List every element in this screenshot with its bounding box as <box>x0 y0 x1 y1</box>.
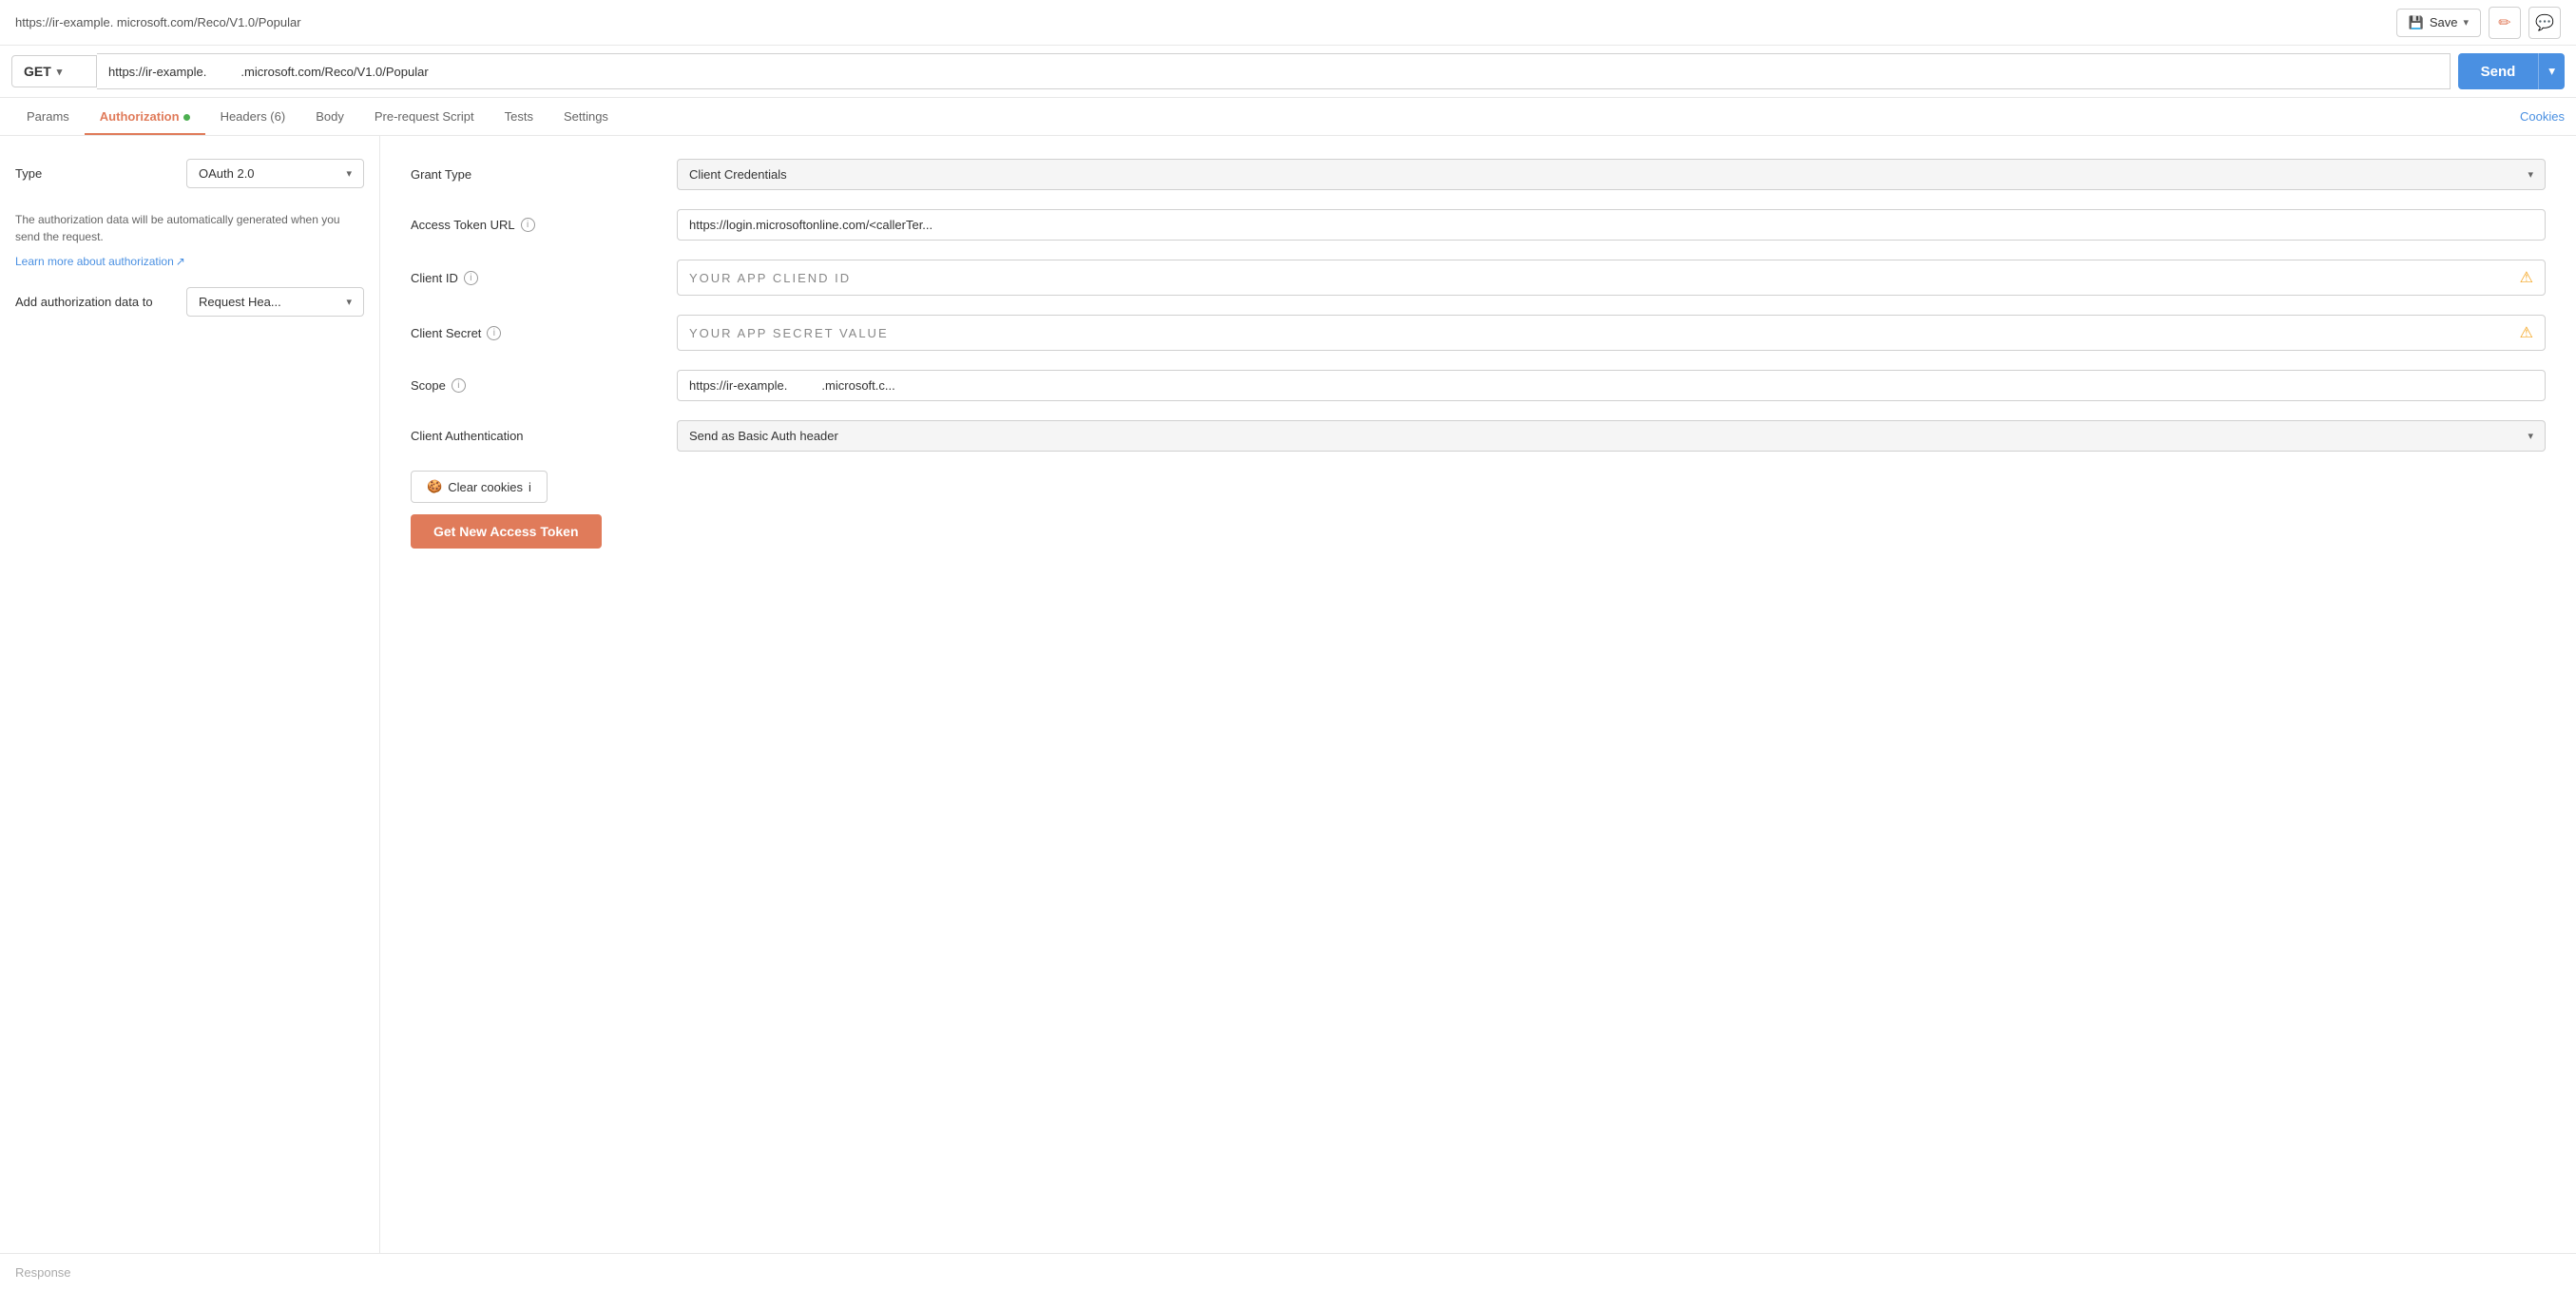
type-row: Type OAuth 2.0 ▾ <box>15 159 364 188</box>
scope-row: Scope i <box>411 370 2546 401</box>
client-id-control: YOUR APP CLIEND ID ⚠ <box>677 260 2546 296</box>
action-buttons: 🍪 Clear cookies i <box>411 471 2546 503</box>
client-secret-warning-icon: ⚠ <box>2520 323 2533 342</box>
auth-info-text: The authorization data will be automatic… <box>15 211 364 245</box>
type-label: Type <box>15 166 186 181</box>
clear-cookies-button[interactable]: 🍪 Clear cookies i <box>411 471 548 503</box>
tab-headers[interactable]: Headers (6) <box>205 98 301 135</box>
top-bar-url-text: https://ir-example. microsoft.com/Reco/V… <box>15 15 301 29</box>
get-token-container: Get New Access Token <box>411 514 2546 549</box>
tab-settings[interactable]: Settings <box>548 98 624 135</box>
access-token-url-control <box>677 209 2546 241</box>
url-bar: GET ▾ Send ▾ <box>0 46 2576 98</box>
client-secret-label: Client Secret i <box>411 326 677 340</box>
save-chevron-icon: ▾ <box>2463 16 2469 29</box>
learn-more-arrow-icon: ↗ <box>176 255 185 268</box>
client-auth-chevron-icon: ▾ <box>2528 430 2533 442</box>
response-section: Response <box>0 1253 2576 1291</box>
grant-type-chevron-icon: ▾ <box>2528 168 2533 181</box>
grant-type-control: Client Credentials ▾ <box>677 159 2546 190</box>
tab-authorization-label: Authorization <box>100 109 180 124</box>
type-chevron-icon: ▾ <box>346 167 352 180</box>
right-panel: Grant Type Client Credentials ▾ Access T… <box>380 136 2576 1253</box>
client-id-field[interactable]: YOUR APP CLIEND ID ⚠ <box>677 260 2546 296</box>
add-auth-select[interactable]: Request Hea... ▾ <box>186 287 364 317</box>
method-label: GET <box>24 64 51 79</box>
grant-type-select[interactable]: Client Credentials ▾ <box>677 159 2546 190</box>
add-auth-row: Add authorization data to Request Hea...… <box>15 287 364 317</box>
scope-control <box>677 370 2546 401</box>
comment-icon: 💬 <box>2535 13 2554 32</box>
edit-icon: ✏ <box>2498 13 2510 32</box>
tabs-bar: Params Authorization Headers (6) Body Pr… <box>0 98 2576 136</box>
send-main-button[interactable]: Send <box>2458 53 2539 89</box>
top-bar-url: https://ir-example. microsoft.com/Reco/V… <box>15 15 2396 29</box>
add-auth-chevron-icon: ▾ <box>346 296 352 308</box>
client-id-row: Client ID i YOUR APP CLIEND ID ⚠ <box>411 260 2546 296</box>
type-value: OAuth 2.0 <box>199 166 255 181</box>
comment-button[interactable]: 💬 <box>2528 7 2561 39</box>
access-token-url-row: Access Token URL i <box>411 209 2546 241</box>
clear-cookies-info-icon[interactable]: i <box>529 480 531 494</box>
client-auth-value: Send as Basic Auth header <box>689 429 838 443</box>
client-auth-select[interactable]: Send as Basic Auth header ▾ <box>677 420 2546 452</box>
client-id-warning-icon: ⚠ <box>2520 268 2533 287</box>
left-panel: Type OAuth 2.0 ▾ The authorization data … <box>0 136 380 1253</box>
access-token-url-info-icon[interactable]: i <box>521 218 535 232</box>
add-auth-label: Add authorization data to <box>15 295 186 309</box>
clear-cookies-label: Clear cookies <box>448 480 523 494</box>
client-auth-row: Client Authentication Send as Basic Auth… <box>411 420 2546 452</box>
tab-tests[interactable]: Tests <box>490 98 548 135</box>
add-auth-value: Request Hea... <box>199 295 281 309</box>
type-select[interactable]: OAuth 2.0 ▾ <box>186 159 364 188</box>
save-disk-icon: 💾 <box>2409 15 2424 30</box>
send-button-group: Send ▾ <box>2458 53 2565 89</box>
scope-input[interactable] <box>677 370 2546 401</box>
learn-more-label: Learn more about authorization <box>15 255 174 268</box>
authorization-active-dot <box>183 114 190 121</box>
grant-type-label: Grant Type <box>411 167 677 182</box>
send-dropdown-button[interactable]: ▾ <box>2538 53 2565 89</box>
response-label: Response <box>15 1265 71 1280</box>
tab-prerequest[interactable]: Pre-request Script <box>359 98 490 135</box>
client-id-value: YOUR APP CLIEND ID <box>689 271 851 285</box>
client-secret-control: YOUR APP SECRET VALUE ⚠ <box>677 315 2546 351</box>
method-select[interactable]: GET ▾ <box>11 55 97 87</box>
tab-authorization[interactable]: Authorization <box>85 98 205 135</box>
grant-type-value: Client Credentials <box>689 167 787 182</box>
client-auth-control: Send as Basic Auth header ▾ <box>677 420 2546 452</box>
client-secret-value: YOUR APP SECRET VALUE <box>689 326 889 340</box>
client-secret-row: Client Secret i YOUR APP SECRET VALUE ⚠ <box>411 315 2546 351</box>
scope-info-icon[interactable]: i <box>452 378 466 393</box>
client-secret-info-icon[interactable]: i <box>487 326 501 340</box>
get-new-access-token-button[interactable]: Get New Access Token <box>411 514 602 549</box>
save-button[interactable]: 💾 Save ▾ <box>2396 9 2481 37</box>
send-chevron-icon: ▾ <box>2548 64 2555 78</box>
top-bar: https://ir-example. microsoft.com/Reco/V… <box>0 0 2576 46</box>
main-content: Type OAuth 2.0 ▾ The authorization data … <box>0 136 2576 1253</box>
client-auth-label: Client Authentication <box>411 429 677 443</box>
clear-cookies-icon: 🍪 <box>427 479 442 494</box>
client-secret-field[interactable]: YOUR APP SECRET VALUE ⚠ <box>677 315 2546 351</box>
client-id-info-icon[interactable]: i <box>464 271 478 285</box>
tab-params[interactable]: Params <box>11 98 85 135</box>
access-token-url-label: Access Token URL i <box>411 218 677 232</box>
method-chevron-icon: ▾ <box>57 66 63 78</box>
scope-label: Scope i <box>411 378 677 393</box>
client-id-label: Client ID i <box>411 271 677 285</box>
top-bar-actions: 💾 Save ▾ ✏ 💬 <box>2396 7 2561 39</box>
learn-more-link[interactable]: Learn more about authorization ↗ <box>15 255 185 268</box>
cookies-link[interactable]: Cookies <box>2520 109 2565 124</box>
url-input[interactable] <box>97 53 2451 89</box>
tab-body[interactable]: Body <box>300 98 359 135</box>
save-label: Save <box>2430 15 2458 29</box>
edit-button[interactable]: ✏ <box>2489 7 2521 39</box>
grant-type-row: Grant Type Client Credentials ▾ <box>411 159 2546 190</box>
access-token-url-input[interactable] <box>677 209 2546 241</box>
